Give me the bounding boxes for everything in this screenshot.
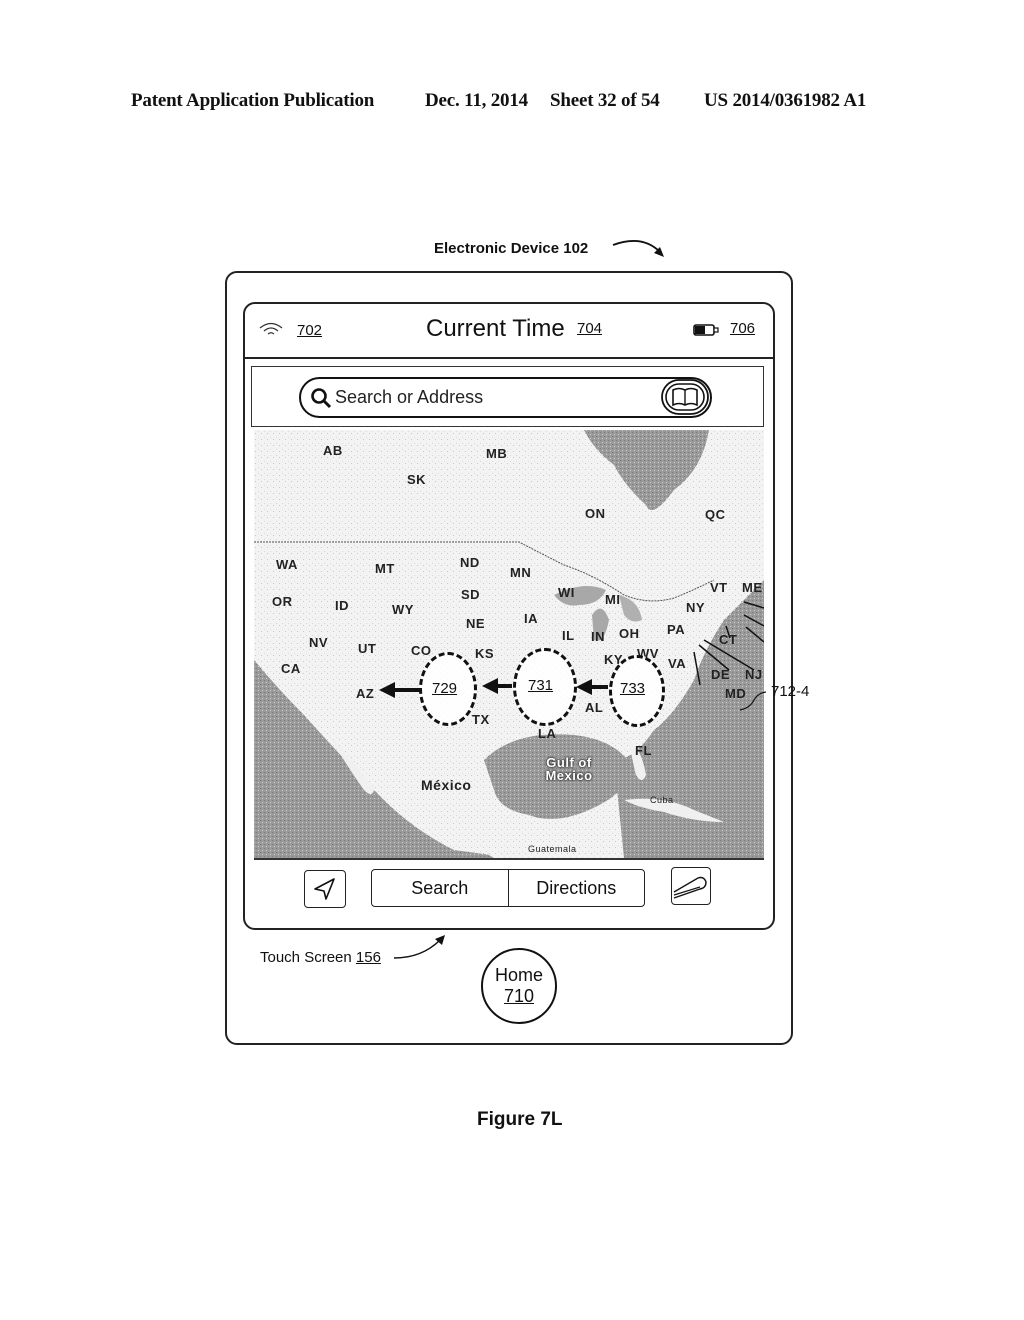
- touch-screen-pointer-arrow: [393, 935, 445, 959]
- map-label: MI: [605, 592, 621, 607]
- map-label: SK: [407, 472, 427, 487]
- map-label: AL: [585, 700, 604, 715]
- device-pointer-arrow: [612, 240, 664, 257]
- map-label: IL: [562, 628, 575, 643]
- map-label: CO: [411, 643, 432, 658]
- map-label: VA: [668, 656, 687, 671]
- contact-ref-729: 729: [432, 680, 458, 697]
- device-label: Electronic Device 102: [434, 240, 589, 257]
- publication-date: Dec. 11, 2014: [425, 90, 528, 111]
- map-label: IN: [591, 629, 605, 644]
- directions-tab-button[interactable]: Directions: [509, 870, 645, 906]
- map-label: Gulf of Mexico: [545, 755, 593, 783]
- search-icon: [311, 388, 332, 409]
- map-view[interactable]: AB MB SK ON QC WA MT ND MN WI MI VT ME O…: [254, 430, 764, 860]
- search-directions-segmented-control: Search Directions: [371, 869, 645, 907]
- map-label: MT: [375, 561, 395, 576]
- page-curl-icon: [673, 876, 707, 899]
- map-label: ON: [585, 506, 606, 521]
- search-placeholder: Search or Address: [335, 387, 484, 407]
- map-label: ND: [460, 555, 480, 570]
- map-label: TX: [472, 712, 490, 727]
- map-ref-leader-line: [739, 691, 767, 711]
- current-time-ref: 704: [577, 320, 603, 337]
- battery-icon: [693, 324, 719, 336]
- home-button-ref: 710: [503, 986, 535, 1006]
- map-label: OR: [272, 594, 293, 609]
- map-label: LA: [538, 726, 557, 741]
- map-label: WI: [558, 585, 575, 600]
- map-terrain: [254, 430, 764, 858]
- map-label: ID: [335, 598, 349, 613]
- map-label: FL: [635, 743, 652, 758]
- map-label: NY: [686, 600, 706, 615]
- map-label: WY: [392, 602, 414, 617]
- map-label: MB: [486, 446, 508, 461]
- map-label: OH: [619, 626, 640, 641]
- map-label: MN: [510, 565, 532, 580]
- publication-number: US 2014/0361982 A1: [704, 90, 867, 111]
- current-time-title: Current Time: [426, 315, 565, 342]
- page-curl-button[interactable]: [671, 867, 711, 905]
- bookmarks-book-icon[interactable]: [660, 378, 712, 416]
- publication-type: Patent Application Publication: [131, 90, 375, 111]
- touch-screen-label-text: Touch Screen: [260, 949, 352, 966]
- map-label: Cuba: [650, 795, 674, 805]
- current-location-button[interactable]: [304, 870, 346, 908]
- map-label: PA: [667, 622, 686, 637]
- touch-screen-ref: 156: [355, 949, 381, 966]
- touch-screen-label: Touch Screen 156: [260, 949, 381, 966]
- swipe-left-arrow-icon: [379, 682, 421, 698]
- contact-ref-731: 731: [528, 677, 554, 694]
- map-ref-label: 712-4: [771, 683, 810, 700]
- map-label: DE: [711, 667, 731, 682]
- map-label: NV: [309, 635, 329, 650]
- home-button[interactable]: Home 710: [481, 948, 557, 1024]
- map-label: CA: [281, 661, 301, 676]
- map-label: IA: [524, 611, 538, 626]
- map-label: Guatemala: [528, 844, 577, 854]
- map-label: VT: [710, 580, 728, 595]
- map-label: KS: [475, 646, 495, 661]
- map-label: WA: [276, 557, 298, 572]
- current-location-arrow-icon: [314, 878, 335, 900]
- map-label: NJ: [745, 667, 763, 682]
- map-label: NE: [466, 616, 486, 631]
- map-label: AZ: [356, 686, 375, 701]
- map-label: UT: [358, 641, 377, 656]
- sheet-number: Sheet 32 of 54: [550, 90, 660, 111]
- map-label: ME: [742, 580, 763, 595]
- battery-ref: 706: [730, 320, 756, 337]
- wifi-icon: [259, 322, 283, 335]
- map-label: QC: [705, 507, 726, 522]
- map-label: México: [421, 777, 472, 793]
- swipe-left-arrow-icon: [482, 678, 512, 694]
- map-label: AB: [323, 443, 343, 458]
- search-tab-button[interactable]: Search: [372, 870, 509, 906]
- map-label: CT: [719, 632, 738, 647]
- figure-caption: Figure 7L: [477, 1109, 563, 1130]
- home-button-label: Home: [494, 965, 543, 985]
- swipe-left-arrow-icon: [576, 679, 608, 695]
- map-label: SD: [461, 587, 481, 602]
- wifi-ref: 702: [297, 322, 323, 339]
- contact-ref-733: 733: [620, 680, 646, 697]
